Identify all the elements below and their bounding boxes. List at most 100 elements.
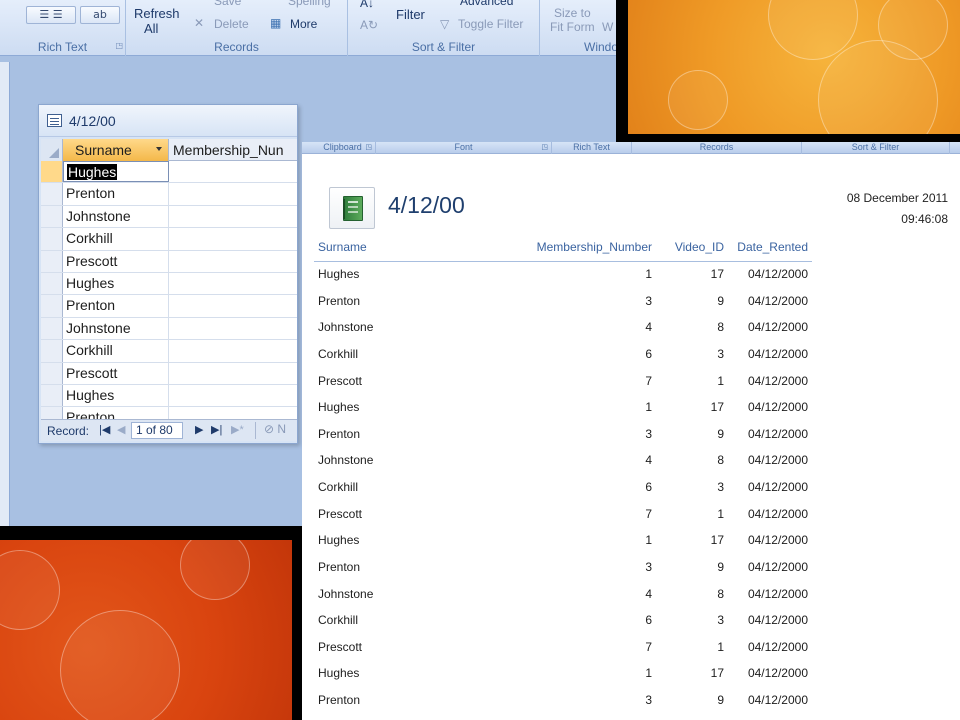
surname-cell: Johnstone (318, 320, 374, 335)
select-all-cell[interactable] (41, 139, 63, 161)
filter-button[interactable]: Filter (396, 7, 425, 22)
refresh-all-label[interactable]: All (144, 21, 158, 36)
datasheet-grid: Surname Membership_Nun Hughes Prenton Jo… (41, 139, 297, 419)
surname-cell: Corkhill (318, 613, 359, 628)
surname-cell[interactable]: Hughes (63, 384, 169, 407)
surname-cell[interactable]: Hughes (63, 272, 169, 295)
table-row[interactable]: Prescott (41, 362, 297, 385)
ribbon: ☰ ☰ ab ◳ Rich Text Refresh All Save ✕ De… (0, 0, 616, 56)
new-record-icon[interactable]: ▶* (231, 423, 244, 436)
table-row: Prescott 7 1 04/12/2000 (314, 635, 812, 662)
surname-cell[interactable]: Prescott (63, 250, 169, 272)
ribbon-group-label: Windo (584, 40, 616, 54)
sort-clear-icon[interactable]: A↻ (360, 18, 378, 32)
decor-bubble (0, 550, 60, 630)
row-selector[interactable] (41, 317, 63, 340)
list-buttons[interactable]: ☰ ☰ (26, 6, 76, 24)
no-filter-icon: ⊘ (264, 422, 278, 436)
surname-cell[interactable]: Prenton (63, 183, 169, 205)
surname-cell[interactable]: Prescott (63, 362, 169, 384)
membership-number-cell: 3 (645, 426, 652, 441)
spelling-button[interactable]: Spelling (288, 0, 331, 8)
row-selector[interactable] (41, 183, 63, 205)
record-position-input[interactable]: 1 of 80 (131, 422, 183, 439)
table-row: Corkhill 6 3 04/12/2000 (314, 475, 812, 502)
row-selector[interactable] (41, 250, 63, 272)
launcher-icon[interactable]: ◳ (541, 142, 548, 153)
row-selector[interactable] (41, 205, 63, 228)
decor-bubble (60, 610, 180, 720)
last-record-icon[interactable]: ▶| (211, 423, 222, 436)
surname-cell[interactable]: Johnstone (63, 205, 169, 228)
column-header-date-rented: Date_Rented (737, 240, 808, 254)
surname-cell[interactable]: Johnstone (63, 317, 169, 340)
navigation-pane-edge[interactable] (0, 62, 10, 526)
decor-bubble (180, 540, 250, 600)
table-row[interactable]: Prenton (41, 295, 297, 318)
row-selector[interactable] (41, 384, 63, 407)
table-row[interactable]: Prenton (41, 407, 297, 419)
table-row: Prenton 3 9 04/12/2000 (314, 555, 812, 582)
date-rented-cell: 04/12/2000 (747, 506, 808, 521)
table-row[interactable]: Johnstone (41, 205, 297, 229)
next-record-icon[interactable]: ▶ (195, 423, 203, 436)
video-id-cell: 17 (710, 267, 724, 281)
table-row[interactable]: Corkhill (41, 228, 297, 251)
surname-cell[interactable]: Corkhill (63, 340, 169, 362)
size-to-fit-button[interactable]: Size to (554, 6, 591, 20)
row-selector[interactable] (41, 407, 63, 419)
table-row[interactable]: Prescott (41, 250, 297, 273)
column-header-membership[interactable]: Membership_Nun (169, 139, 297, 161)
ribbon-group-rich-text: ☰ ☰ ab ◳ Rich Text (0, 0, 126, 56)
more-button[interactable]: More (290, 17, 317, 31)
date-rented-cell: 04/12/2000 (747, 346, 808, 361)
table-row[interactable]: Prenton (41, 183, 297, 206)
filter-status[interactable]: ⊘ N (255, 422, 295, 439)
row-selector[interactable] (41, 340, 63, 362)
column-dropdown-icon[interactable] (156, 147, 162, 151)
surname-cell[interactable]: Prenton (63, 407, 169, 419)
datasheet-titlebar[interactable]: 4/12/00 (39, 105, 297, 137)
surname-cell: Hughes (318, 533, 360, 548)
table-row[interactable]: Johnstone (41, 317, 297, 341)
surname-cell[interactable]: Corkhill (63, 228, 169, 250)
launcher-icon[interactable]: ◳ (365, 142, 372, 153)
table-row[interactable]: Corkhill (41, 340, 297, 363)
row-selector[interactable] (41, 228, 63, 250)
advanced-button[interactable]: Advanced (460, 0, 513, 8)
delete-button[interactable]: Delete (214, 17, 249, 31)
fit-form-button[interactable]: Fit Form (550, 20, 595, 34)
table-row: Prenton 3 9 04/12/2000 (314, 289, 812, 316)
highlight-button[interactable]: ab (80, 6, 120, 24)
membership-number-cell: 7 (645, 639, 652, 654)
row-selector[interactable] (41, 362, 63, 384)
membership-number-cell: 3 (645, 559, 652, 574)
video-id-cell: 17 (710, 533, 724, 548)
video-id-cell: 9 (717, 559, 724, 574)
first-record-icon[interactable]: |◀ (99, 423, 110, 436)
delete-icon[interactable]: ✕ (194, 16, 204, 30)
row-selector[interactable] (41, 161, 63, 183)
table-row[interactable]: Hughes (41, 272, 297, 296)
video-id-cell: 1 (717, 506, 724, 521)
surname-cell[interactable]: Prenton (63, 295, 169, 317)
toggle-filter-icon[interactable]: ▽ (440, 17, 449, 31)
row-selector[interactable] (41, 272, 63, 295)
column-header-surname[interactable]: Surname (63, 139, 169, 161)
report-date: 08 December 2011 (846, 191, 948, 205)
date-rented-cell: 04/12/2000 (747, 320, 808, 335)
more-icon[interactable]: ▦ (270, 16, 281, 30)
row-selector[interactable] (41, 295, 63, 317)
prev-record-icon[interactable]: ◀ (117, 423, 125, 436)
date-rented-cell: 04/12/2000 (747, 666, 808, 681)
table-row[interactable]: Hughes (41, 161, 297, 184)
table-row[interactable]: Hughes (41, 384, 297, 408)
refresh-button[interactable]: Refresh (134, 6, 180, 21)
membership-number-cell: 1 (645, 267, 652, 281)
toggle-filter-button[interactable]: Toggle Filter (458, 17, 523, 31)
sort-icon[interactable]: A↓ (360, 0, 374, 10)
save-button[interactable]: Save (214, 0, 241, 8)
surname-cell[interactable]: Hughes (63, 161, 169, 183)
surname-cell: Johnstone (318, 453, 374, 468)
decor-bubble (668, 70, 728, 130)
